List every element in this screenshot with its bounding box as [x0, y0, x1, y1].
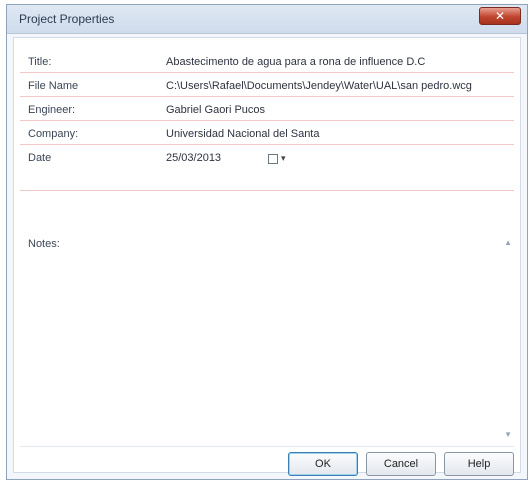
scroll-down-icon[interactable]: ▼: [504, 430, 512, 439]
engineer-label: Engineer:: [28, 104, 76, 116]
close-icon: ✕: [494, 9, 506, 23]
date-value[interactable]: 25/03/2013: [166, 152, 256, 164]
window-title: Project Properties: [19, 12, 115, 26]
title-label: Title:: [28, 56, 52, 68]
file-name-label: File Name: [28, 80, 79, 92]
file-name-value: C:\Users\Rafael\Documents\Jendey\Water\U…: [166, 80, 472, 92]
cancel-button[interactable]: Cancel: [366, 452, 436, 476]
ok-button[interactable]: OK: [288, 452, 358, 476]
company-separator: [20, 144, 514, 145]
help-button[interactable]: Help: [444, 452, 514, 476]
project-properties-dialog: Project Properties ✕ Title: Abasteciment…: [6, 4, 528, 480]
date-checkbox[interactable]: [268, 154, 278, 164]
title-value[interactable]: Abastecimento de agua para a rona de inf…: [166, 56, 516, 68]
chevron-down-icon[interactable]: ▾: [281, 153, 286, 164]
footer-divider: [20, 446, 514, 447]
engineer-value[interactable]: Gabriel Gaori Pucos: [166, 104, 516, 116]
date-label: Date: [28, 152, 52, 164]
company-value[interactable]: Universidad Nacional del Santa: [166, 128, 516, 140]
date-separator: [20, 190, 514, 191]
close-button[interactable]: ✕: [479, 7, 521, 25]
dialog-body: Title: Abastecimento de agua para a rona…: [13, 37, 521, 476]
notes-textarea[interactable]: [22, 234, 512, 442]
file-name-separator: [20, 96, 514, 97]
title-bar: Project Properties ✕: [7, 5, 527, 34]
company-label: Company:: [28, 128, 79, 140]
engineer-separator: [20, 120, 514, 121]
title-separator: [20, 72, 514, 73]
scroll-up-icon[interactable]: ▲: [504, 238, 512, 247]
